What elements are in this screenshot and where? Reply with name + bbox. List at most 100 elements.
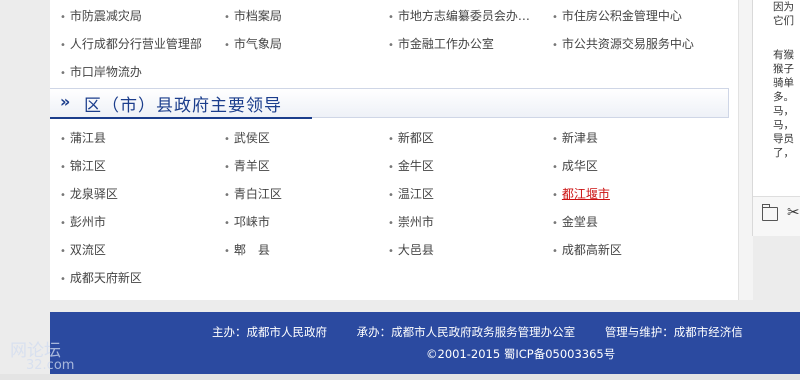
bullet-icon: • [224, 190, 230, 201]
link-label[interactable]: 市气象局 [234, 37, 282, 51]
bullet-icon: • [388, 162, 394, 173]
list-item[interactable]: • 青羊区 [224, 154, 270, 182]
list-item[interactable]: • 金牛区 [388, 154, 434, 182]
link-label[interactable]: 金牛区 [398, 159, 434, 173]
link-label[interactable]: 锦江区 [70, 159, 106, 173]
link-label[interactable]: 彭州市 [70, 215, 106, 229]
bullet-icon: • [388, 190, 394, 201]
link-label[interactable]: 蒲江县 [70, 131, 106, 145]
link-label[interactable]: 市住房公积金管理中心 [562, 9, 682, 23]
link-label[interactable]: 人行成都分行营业管理部 [70, 37, 202, 51]
list-item[interactable]: • 市口岸物流办 [60, 60, 142, 88]
list-item[interactable]: • 成都高新区 [552, 238, 622, 266]
list-item[interactable]: • 市气象局 [224, 32, 282, 60]
link-row: • 彭州市 • 邛崃市 • 崇州市 • 金堂县 [60, 210, 740, 238]
bullet-icon: • [552, 246, 558, 257]
list-item[interactable]: • 双流区 [60, 238, 106, 266]
link-label[interactable]: 崇州市 [398, 215, 434, 229]
list-item[interactable]: • 崇州市 [388, 210, 434, 238]
link-label[interactable]: 新都区 [398, 131, 434, 145]
list-item[interactable]: • 龙泉驿区 [60, 182, 118, 210]
list-item[interactable]: • 青白江区 [224, 182, 282, 210]
panel-text-line: 它们 [773, 15, 794, 27]
panel-text-line: 了， [773, 147, 794, 159]
link-row: • 锦江区 • 青羊区 • 金牛区 • 成华区 [60, 154, 740, 182]
footer-info-line: 主办：成都市人民政府 承办：成都市人民政府政务服务管理办公室 管理与维护：成都市… [212, 324, 769, 340]
link-label[interactable]: 市防震减灾局 [70, 9, 142, 23]
link-label[interactable]: 成华区 [562, 159, 598, 173]
list-item[interactable]: • 蒲江县 [60, 126, 106, 154]
link-label[interactable]: 市金融工作办公室 [398, 37, 494, 51]
page-footer: 主办：成都市人民政府 承办：成都市人民政府政务服务管理办公室 管理与维护：成都市… [50, 312, 800, 374]
link-label[interactable]: 成都天府新区 [70, 271, 142, 285]
bullet-icon: • [552, 40, 558, 51]
link-label[interactable]: 金堂县 [562, 215, 598, 229]
bullet-icon: • [552, 12, 558, 23]
link-label[interactable]: 青白江区 [234, 187, 282, 201]
list-item[interactable]: • 市住房公积金管理中心 [552, 4, 682, 32]
list-item[interactable]: • 人行成都分行营业管理部 [60, 32, 202, 60]
link-label[interactable]: 市地方志编纂委员会办… [398, 9, 530, 23]
folder-icon[interactable] [762, 204, 778, 221]
link-label[interactable]: 双流区 [70, 243, 106, 257]
bullet-icon: • [224, 162, 230, 173]
bullet-icon: • [60, 12, 66, 23]
link-label[interactable]: 郫 县 [234, 243, 270, 257]
bullet-icon: • [60, 162, 66, 173]
bullet-icon: • [388, 134, 394, 145]
panel-text-line: 马， [773, 105, 794, 117]
list-item[interactable]: • 成都天府新区 [60, 266, 142, 294]
bullet-icon: • [388, 218, 394, 229]
link-label[interactable]: 邛崃市 [234, 215, 270, 229]
link-label[interactable]: 温江区 [398, 187, 434, 201]
link-label[interactable]: 成都高新区 [562, 243, 622, 257]
link-row: • 成都天府新区 [60, 266, 740, 294]
section-underline [50, 117, 312, 119]
list-item[interactable]: • 武侯区 [224, 126, 270, 154]
list-item[interactable]: • 大邑县 [388, 238, 434, 266]
link-label[interactable]: 青羊区 [234, 159, 270, 173]
link-label[interactable]: 新津县 [562, 131, 598, 145]
list-item[interactable]: • 彭州市 [60, 210, 106, 238]
list-item[interactable]: • 市公共资源交易服务中心 [552, 32, 694, 60]
bullet-icon: • [388, 246, 394, 257]
list-item[interactable]: • 邛崃市 [224, 210, 270, 238]
link-row: • 市防震减灾局 • 市档案局 • 市地方志编纂委员会办… • 市住房公积金管理中心 [60, 4, 740, 32]
link-label-active[interactable]: 都江堰市 [562, 187, 610, 201]
list-item[interactable]: • 郫 县 [224, 238, 270, 266]
panel-text-line: 骑单 [773, 77, 794, 89]
list-item[interactable]: • 市档案局 [224, 4, 282, 32]
double-chevron-icon: » [60, 92, 71, 111]
list-item[interactable]: • 都江堰市 [552, 182, 610, 210]
link-label[interactable]: 大邑县 [398, 243, 434, 257]
link-label[interactable]: 武侯区 [234, 131, 270, 145]
list-item[interactable]: • 市金融工作办公室 [388, 32, 494, 60]
list-item[interactable]: • 新津县 [552, 126, 598, 154]
list-item[interactable]: • 金堂县 [552, 210, 598, 238]
bullet-icon: • [60, 68, 66, 79]
link-label[interactable]: 市口岸物流办 [70, 65, 142, 79]
scrollbar[interactable] [738, 0, 753, 300]
list-item[interactable]: • 市防震减灾局 [60, 4, 142, 32]
bullet-icon: • [552, 134, 558, 145]
panel-text-line: 马， [773, 119, 794, 131]
footer-host: 主办：成都市人民政府 [212, 325, 327, 339]
list-item[interactable]: • 新都区 [388, 126, 434, 154]
bullet-icon: • [224, 218, 230, 229]
list-item[interactable]: • 成华区 [552, 154, 598, 182]
list-item[interactable]: • 温江区 [388, 182, 434, 210]
link-label[interactable]: 龙泉驿区 [70, 187, 118, 201]
section-header: » 区（市）县政府主要领导 [50, 88, 729, 119]
bullet-icon: • [60, 274, 66, 285]
link-label[interactable]: 市公共资源交易服务中心 [562, 37, 694, 51]
main-content: • 市防震减灾局 • 市档案局 • 市地方志编纂委员会办… • 市住房公积金管理中心 •… [50, 0, 738, 300]
panel-text-line: 有猴 [773, 49, 794, 61]
bullet-icon: • [60, 134, 66, 145]
bullet-icon: • [552, 218, 558, 229]
link-label[interactable]: 市档案局 [234, 9, 282, 23]
list-item[interactable]: • 锦江区 [60, 154, 106, 182]
link-row: • 人行成都分行营业管理部 • 市气象局 • 市金融工作办公室 • 市公共资源交易服务中… [60, 32, 740, 60]
scissors-icon[interactable]: ✂ [787, 203, 800, 221]
bullet-icon: • [224, 246, 230, 257]
list-item[interactable]: • 市地方志编纂委员会办… [388, 4, 530, 32]
